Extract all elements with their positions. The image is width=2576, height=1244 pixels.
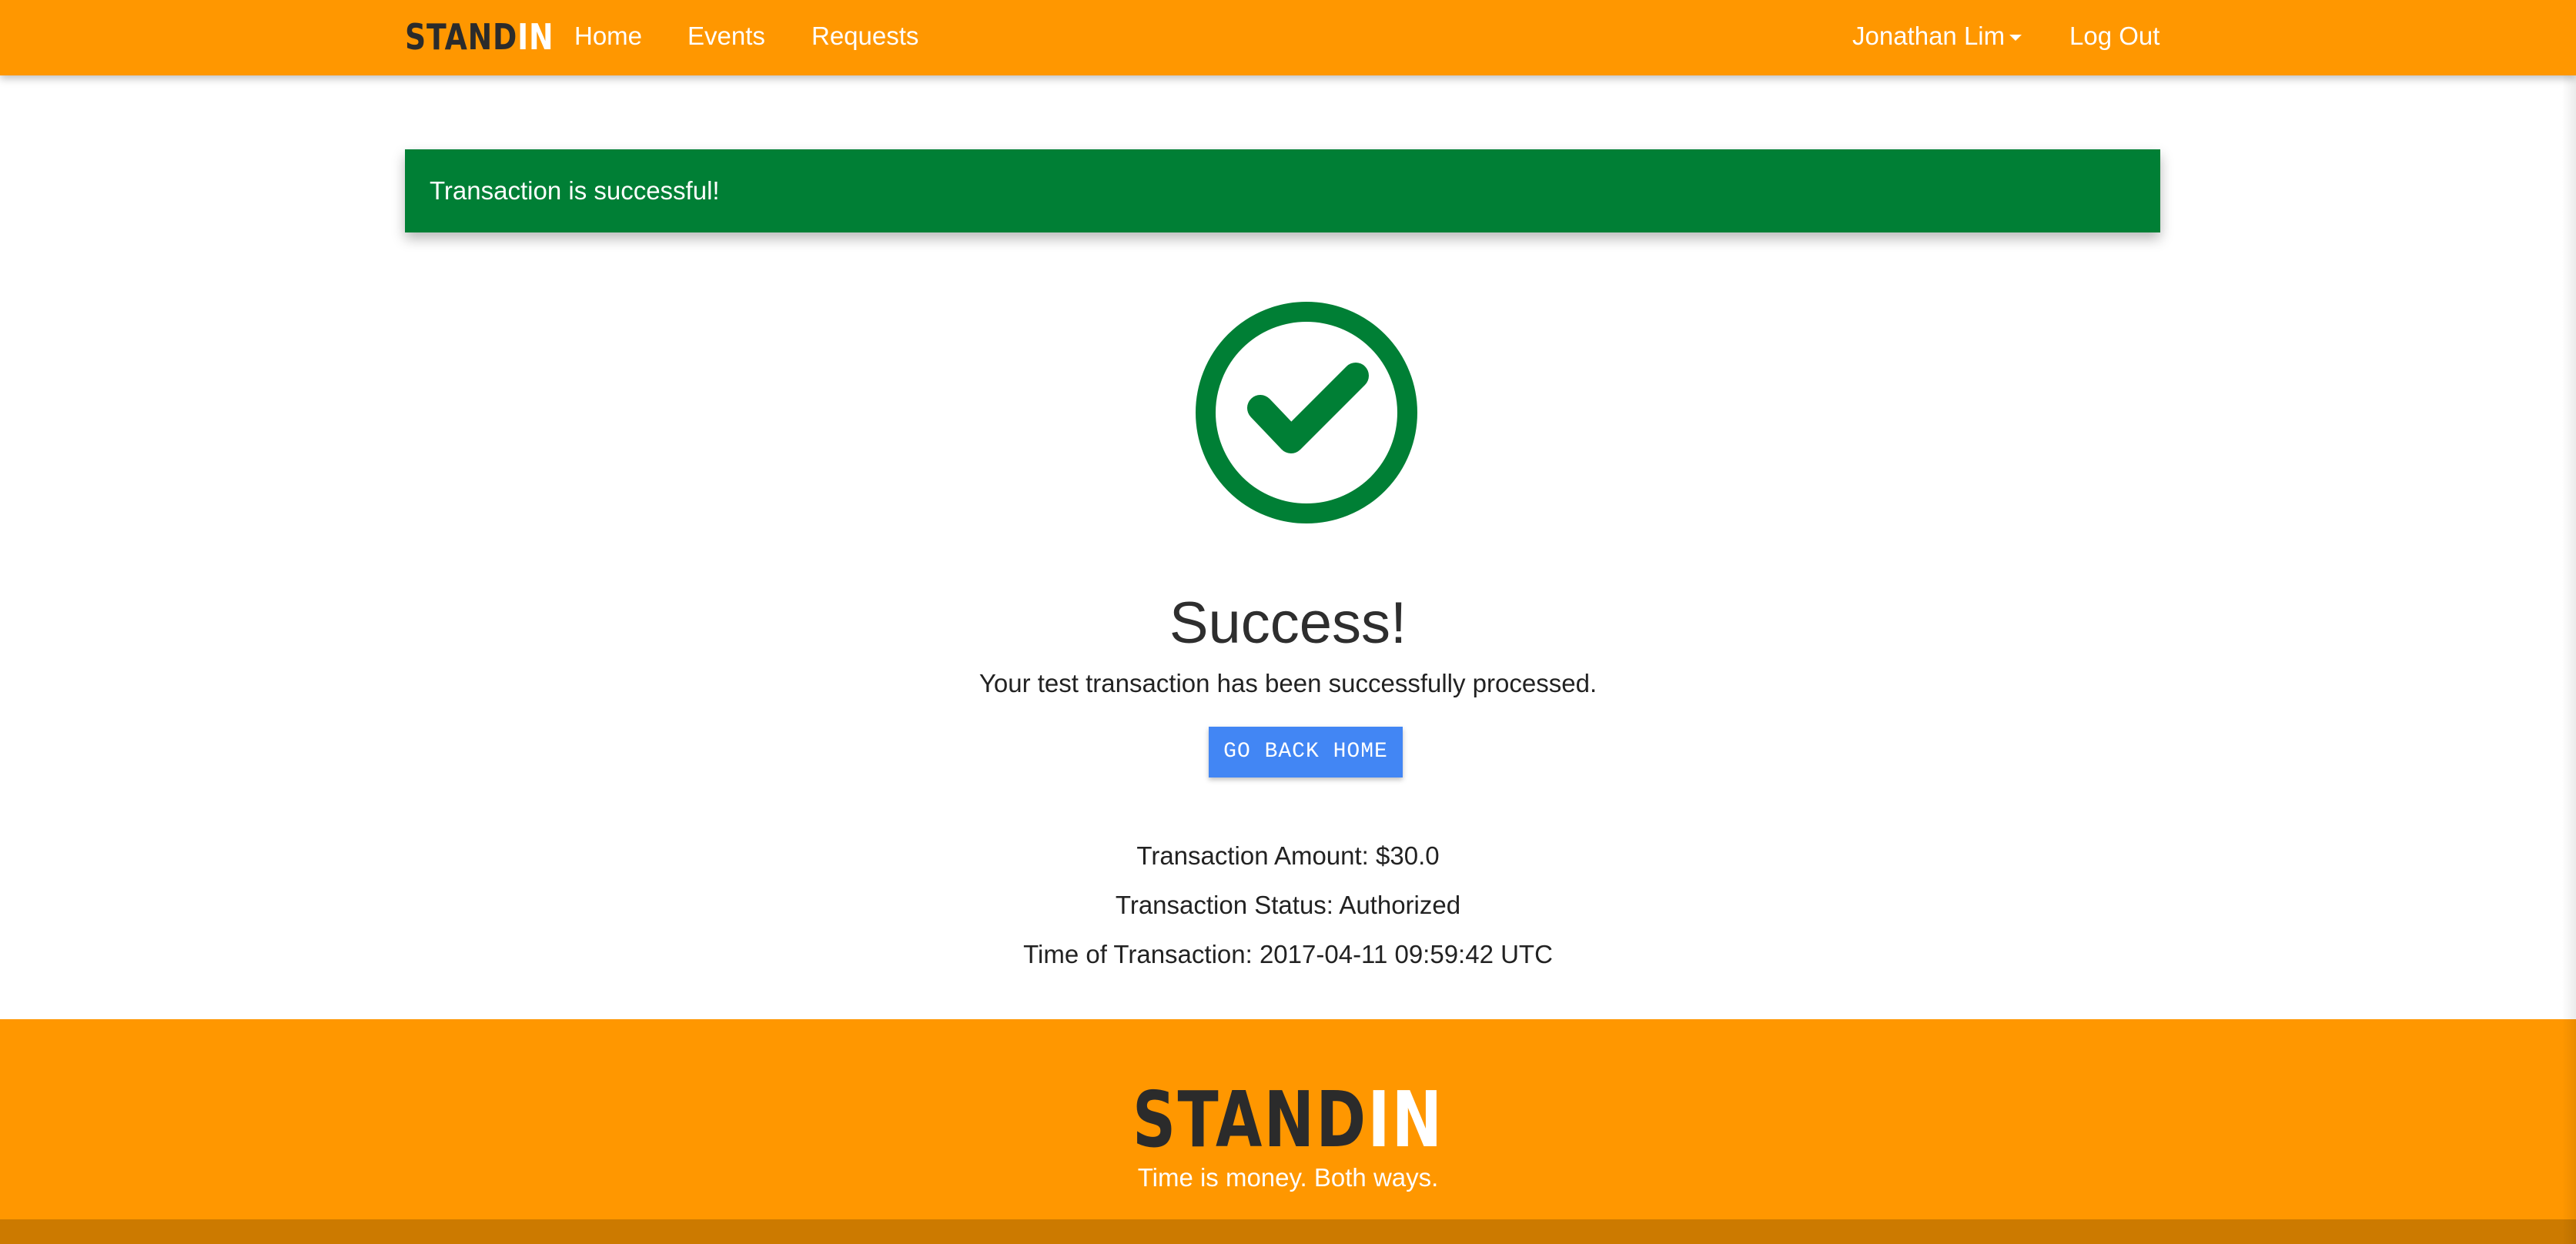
success-alert: Transaction is successful! xyxy=(405,149,2160,232)
check-circle-icon xyxy=(1196,302,1417,523)
navbar: STANDIN Home Events Requests Jonathan Li… xyxy=(0,0,2576,75)
brand-logo-stand: STAND xyxy=(405,16,518,58)
footer: STANDIN Time is money. Both ways. xyxy=(0,1019,2576,1219)
transaction-time: Time of Transaction: 2017-04-11 09:59:42… xyxy=(1023,940,1553,968)
logout-link[interactable]: Log Out xyxy=(2069,17,2159,55)
transaction-amount: Transaction Amount: $30.0 xyxy=(1136,841,1440,870)
nav-home-link[interactable]: Home xyxy=(574,17,642,55)
footer-tagline: Time is money. Both ways. xyxy=(1137,1163,1439,1192)
brand-logo[interactable]: STANDIN xyxy=(405,15,554,59)
footer-bottom-bar xyxy=(0,1219,2576,1244)
success-subtitle: Your test transaction has been successfu… xyxy=(979,669,1597,697)
go-back-home-button[interactable]: GO BACK HOME xyxy=(1209,727,1403,778)
user-menu-dropdown[interactable]: Jonathan Lim xyxy=(1852,17,2022,55)
footer-logo-in: IN xyxy=(1367,1075,1444,1165)
nav-requests-link[interactable]: Requests xyxy=(811,17,918,55)
user-menu-label: Jonathan Lim xyxy=(1852,22,2006,50)
footer-logo: STANDIN xyxy=(0,1078,2576,1162)
scrollbar-edge xyxy=(2562,0,2576,1244)
caret-down-icon xyxy=(2009,35,2022,42)
success-title: Success! xyxy=(1169,590,1407,656)
footer-logo-stand: STAND xyxy=(1132,1075,1368,1165)
transaction-status: Transaction Status: Authorized xyxy=(1115,891,1461,919)
nav-events-link[interactable]: Events xyxy=(687,17,765,55)
alert-message: Transaction is successful! xyxy=(430,176,720,205)
brand-logo-in: IN xyxy=(517,16,554,58)
